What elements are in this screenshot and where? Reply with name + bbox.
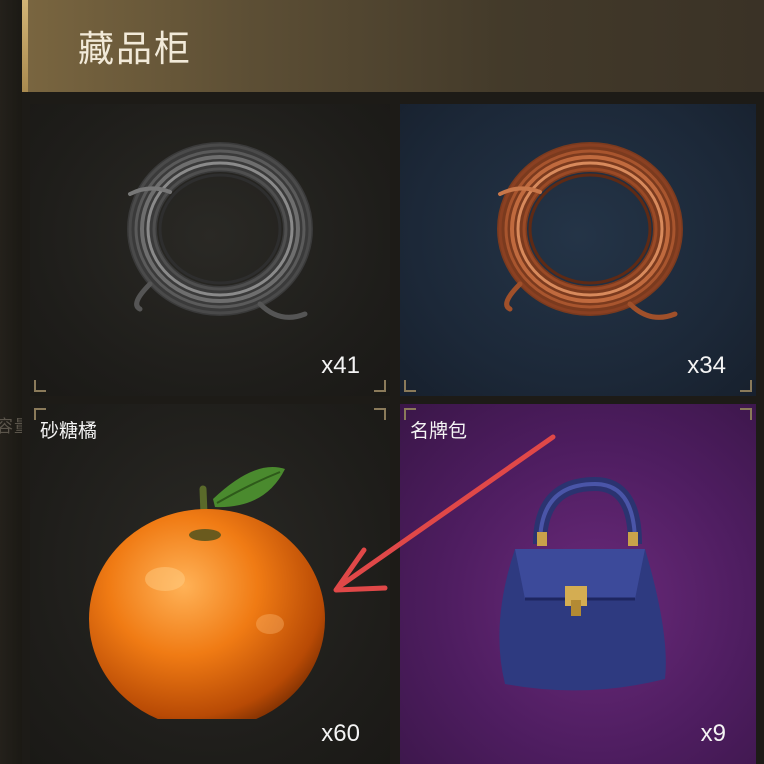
slot-corner xyxy=(374,380,386,392)
header-accent-bar xyxy=(22,0,28,92)
item-name: 名牌包 xyxy=(410,420,468,442)
slot-corner xyxy=(740,408,752,420)
background-left-strip xyxy=(0,0,22,764)
panel-title: 藏品柜 xyxy=(78,29,193,70)
item-count: x41 xyxy=(321,352,360,379)
slot-corner xyxy=(374,408,386,420)
item-slot-handbag[interactable]: 名牌包 x9 xyxy=(400,404,756,764)
slot-corner xyxy=(740,380,752,392)
item-slot-copper-wire[interactable]: x34 xyxy=(400,104,756,396)
copper-wire-coil-icon xyxy=(497,142,683,320)
designer-handbag-icon xyxy=(499,476,666,691)
item-name: 砂糖橘 xyxy=(40,420,98,442)
slot-corner xyxy=(34,380,46,392)
mandarin-orange-icon xyxy=(89,467,325,719)
item-count: x34 xyxy=(687,352,726,379)
item-slot-mandarin[interactable]: 砂糖橘 x60 xyxy=(30,404,390,764)
item-count: x60 xyxy=(321,720,360,747)
item-count: x9 xyxy=(700,720,726,747)
item-slot-iron-wire[interactable]: x41 xyxy=(30,104,390,396)
iron-wire-coil-icon xyxy=(127,142,313,320)
slot-corner xyxy=(404,380,416,392)
